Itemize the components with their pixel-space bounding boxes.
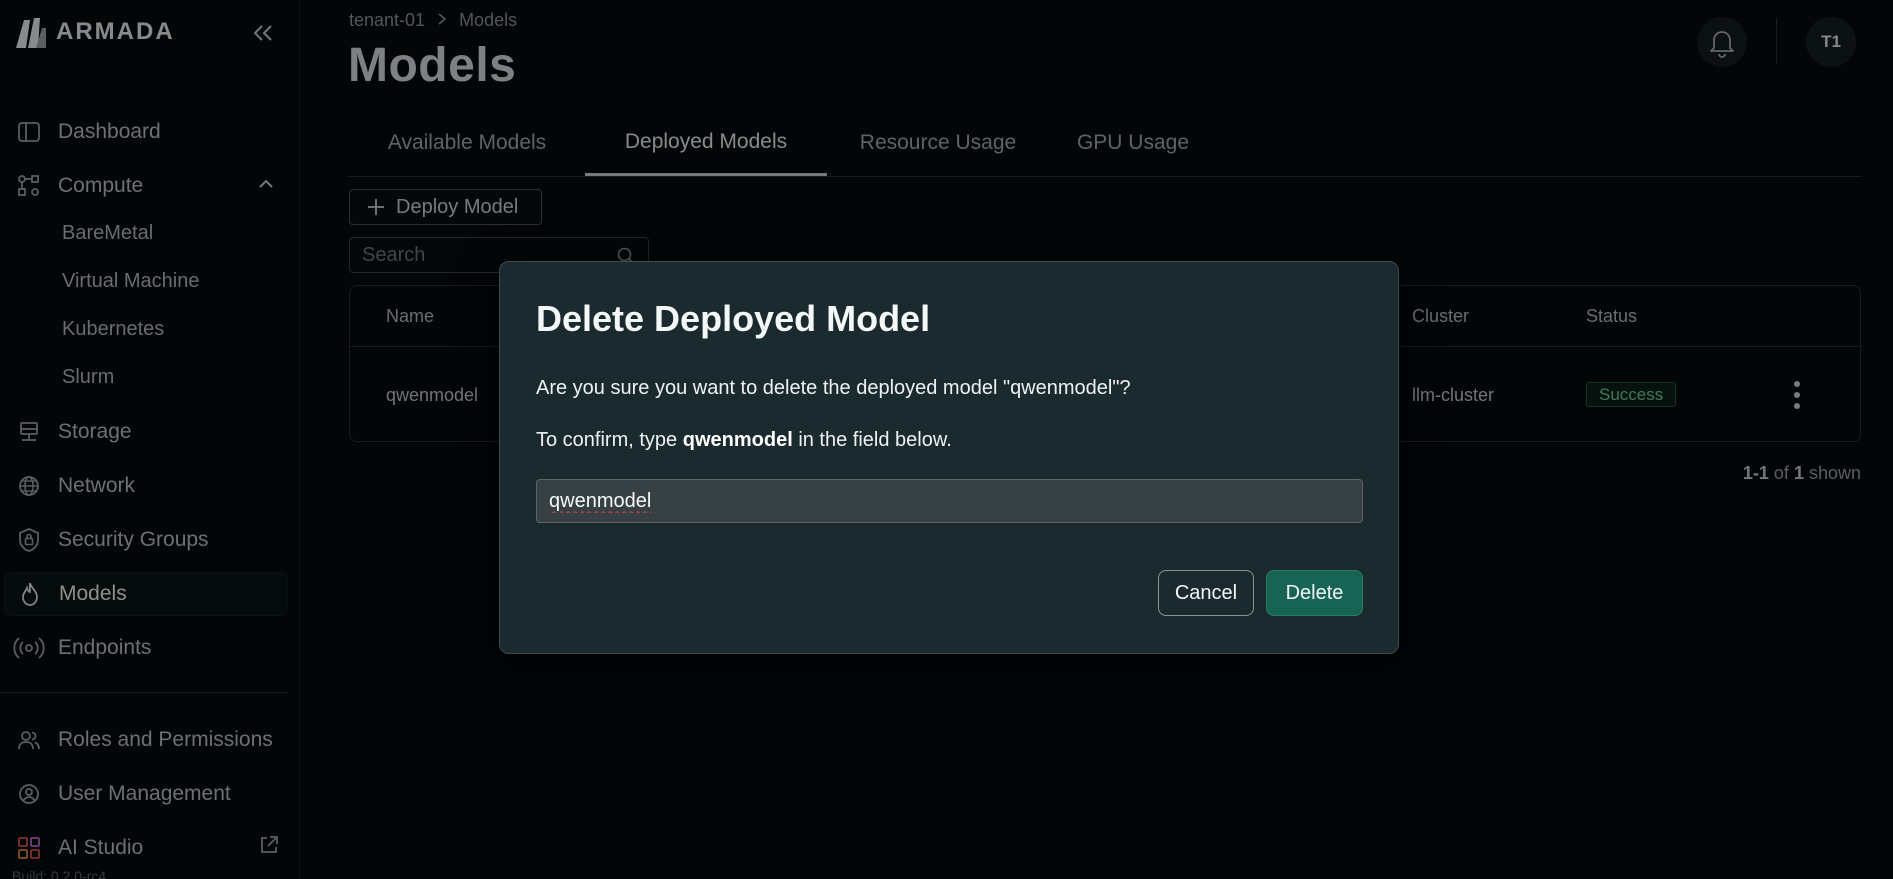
delete-deployed-model-dialog: Delete Deployed Model Are you sure you w… <box>499 261 1399 654</box>
dialog-question: Are you sure you want to delete the depl… <box>536 377 1131 399</box>
cancel-button[interactable]: Cancel <box>1158 570 1254 616</box>
dialog-title: Delete Deployed Model <box>536 298 931 339</box>
confirm-prefix: To confirm, type <box>536 429 678 451</box>
confirm-name-input[interactable] <box>537 480 1362 522</box>
confirm-field <box>536 479 1363 523</box>
dialog-confirm-instruction: To confirm, type qwenmodel in the field … <box>536 429 952 452</box>
delete-button[interactable]: Delete <box>1266 570 1363 616</box>
confirm-suffix: in the field below. <box>798 429 952 451</box>
confirm-model-name: qwenmodel <box>682 429 793 451</box>
